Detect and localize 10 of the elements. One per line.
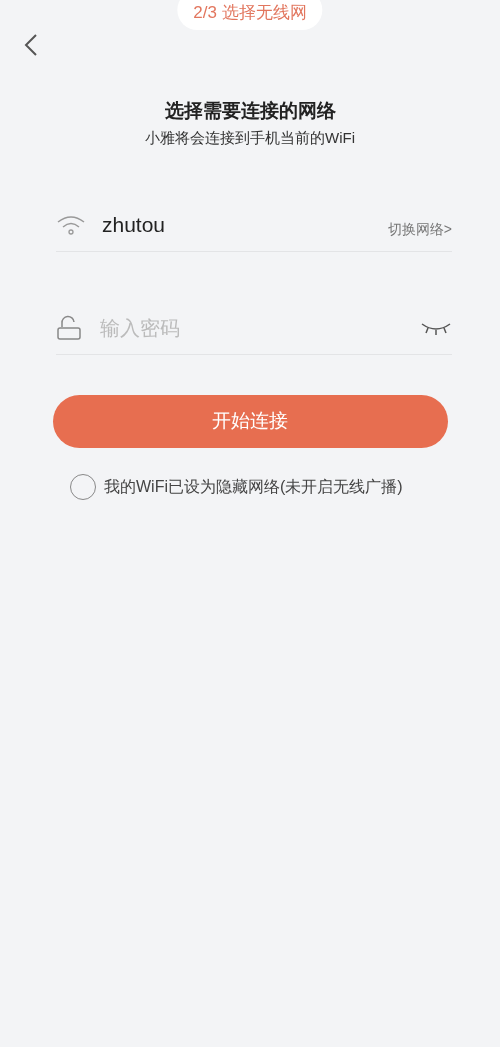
step-label: 2/3 选择无线网 bbox=[177, 0, 323, 30]
hidden-network-label: 我的WiFi已设为隐藏网络(未开启无线广播) bbox=[104, 476, 403, 497]
page-subtitle: 小雅将会连接到手机当前的WiFi bbox=[144, 127, 356, 148]
network-name: zhutou bbox=[102, 212, 166, 239]
switch-network-link[interactable]: 切换网络> bbox=[387, 218, 452, 240]
wifi-icon bbox=[56, 214, 86, 237]
lock-icon bbox=[56, 314, 82, 341]
page-title: 选择需要连接的网络 bbox=[163, 100, 337, 123]
password-field[interactable]: 输入密码 bbox=[98, 311, 420, 344]
connect-button[interactable]: 开始连接 bbox=[52, 394, 448, 448]
